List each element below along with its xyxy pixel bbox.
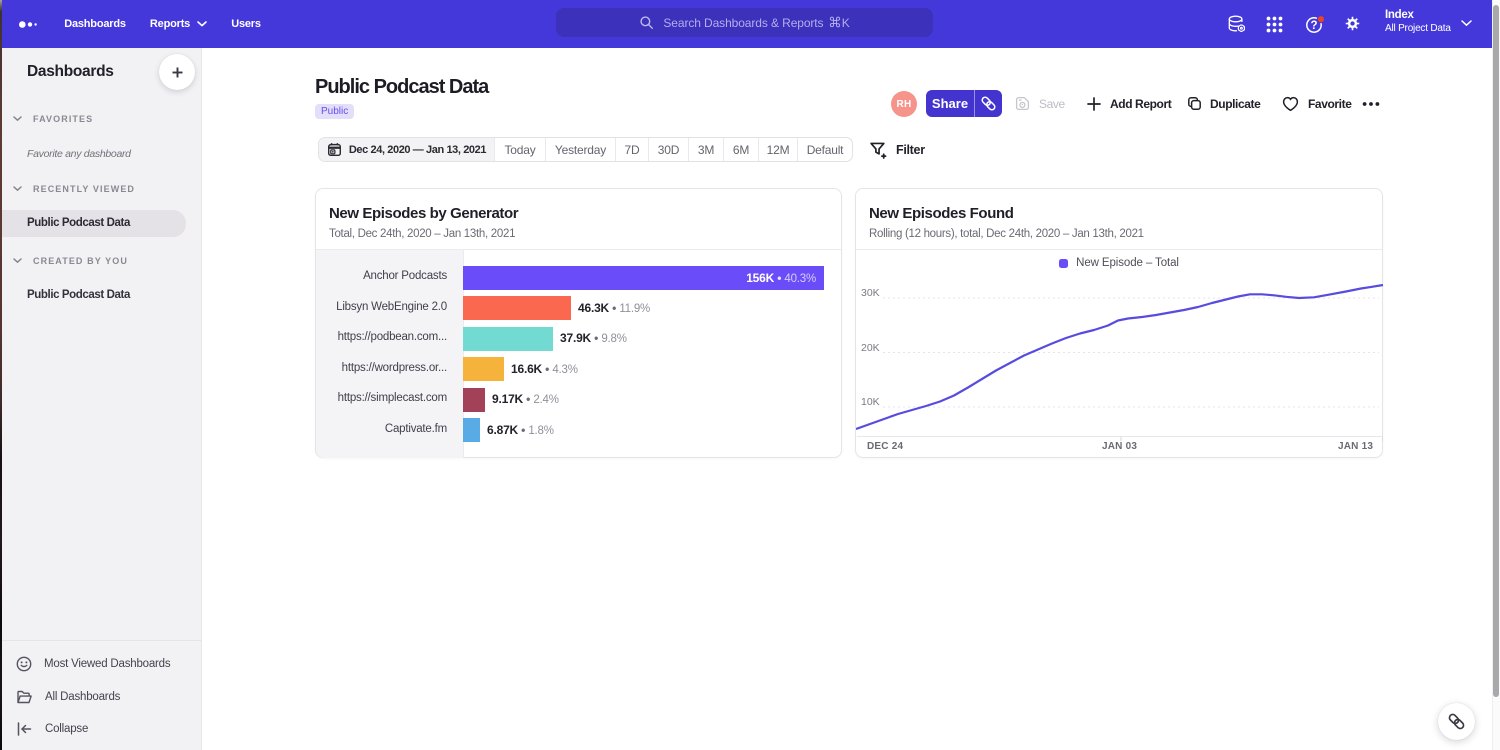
svg-text:?: ?	[1310, 20, 1317, 32]
